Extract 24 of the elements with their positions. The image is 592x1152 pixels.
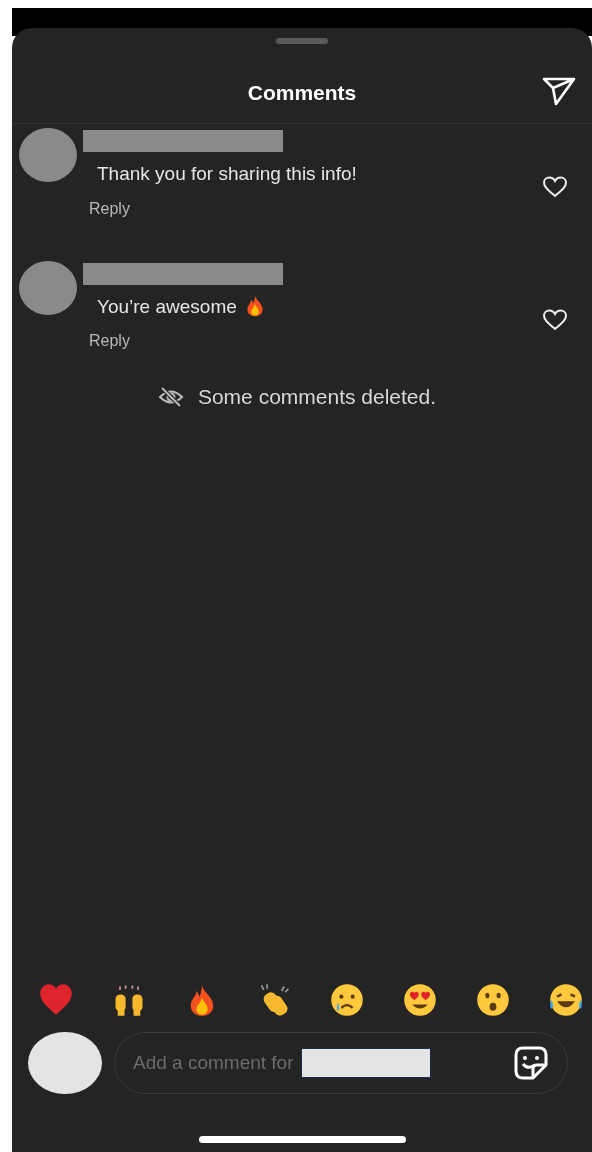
comment-text: Thank you for sharing this info! bbox=[97, 162, 357, 186]
laughing-face-icon bbox=[547, 982, 584, 1018]
share-button[interactable] bbox=[542, 76, 576, 106]
sheet-title: Comments bbox=[247, 79, 357, 106]
hidden-eye-icon bbox=[157, 385, 184, 408]
sticker-button[interactable] bbox=[513, 1045, 549, 1081]
heart-icon bbox=[542, 175, 568, 200]
send-icon bbox=[542, 76, 576, 106]
emoji-button[interactable] bbox=[329, 982, 366, 1018]
emoji-button[interactable] bbox=[475, 982, 512, 1018]
crying-face-icon bbox=[329, 982, 366, 1018]
emoji-button[interactable] bbox=[402, 982, 439, 1018]
emoji-button[interactable] bbox=[547, 982, 584, 1018]
surprised-face-icon bbox=[475, 982, 512, 1018]
heart-eyes-face-icon bbox=[402, 982, 439, 1018]
reply-link[interactable]: Reply bbox=[89, 329, 130, 353]
heart-icon bbox=[542, 307, 568, 332]
drag-handle[interactable] bbox=[276, 38, 328, 44]
reply-link[interactable]: Reply bbox=[89, 196, 130, 221]
comment-text: You’re awesome bbox=[97, 294, 237, 319]
sticker-icon bbox=[513, 1045, 549, 1081]
deleted-notice: Some comments deleted. bbox=[197, 384, 437, 410]
fire-icon bbox=[244, 294, 265, 317]
comment-input-field[interactable]: Add a comment for bbox=[133, 1048, 301, 1078]
